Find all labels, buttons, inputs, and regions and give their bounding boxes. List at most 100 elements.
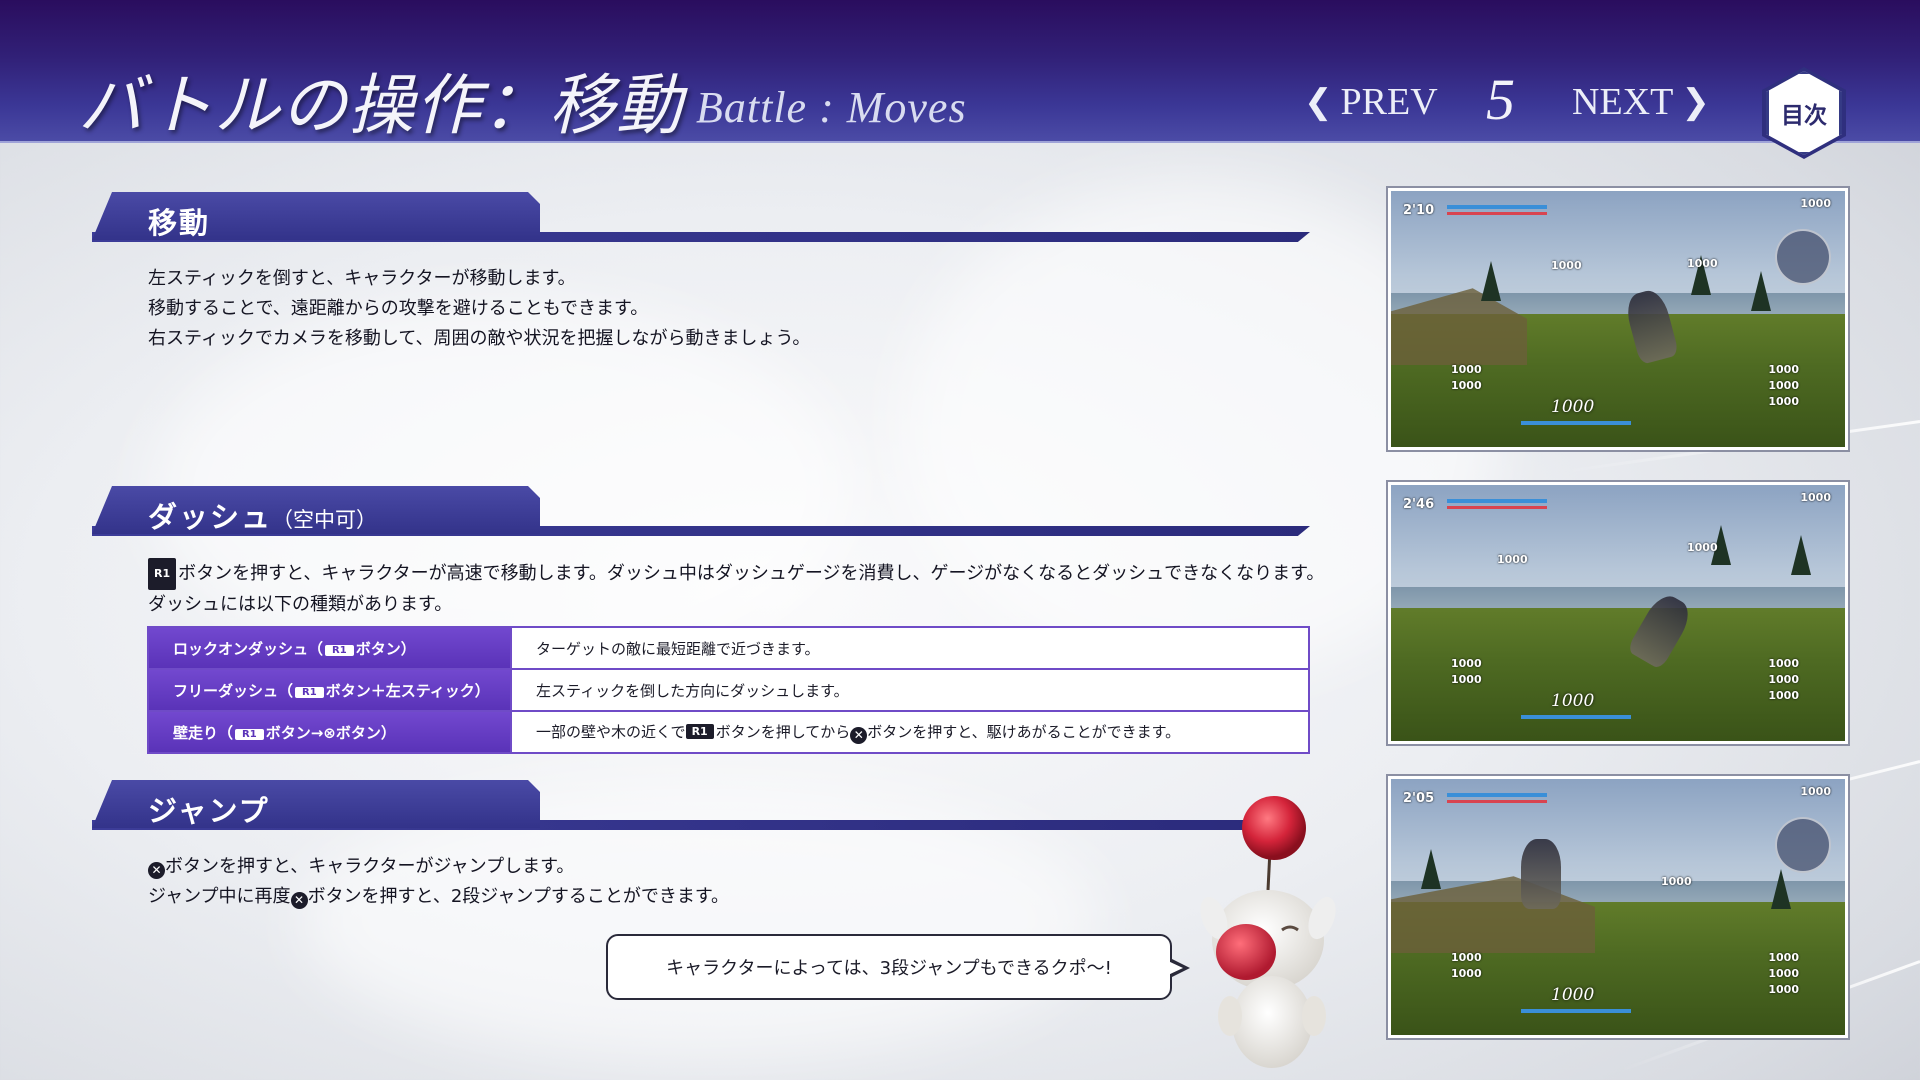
table-cell-desc: 左スティックを倒した方向にダッシュします。 xyxy=(510,668,1310,712)
hp-value: 1000 xyxy=(1497,553,1528,566)
scene-tree xyxy=(1421,849,1441,889)
jump-line1: ボタンを押すと、キャラクターがジャンプします。 xyxy=(165,856,575,877)
r1-button-icon: R1 xyxy=(148,558,177,590)
page-title: バトルの操作：移動 xyxy=(78,67,683,144)
next-label: NEXT xyxy=(1572,81,1674,123)
table-row: ロックオンダッシュ（ R1 ボタン） ターゲットの敵に最短距離で近づきます。 xyxy=(147,626,1310,670)
r1-button-icon: R1 xyxy=(235,728,264,740)
cross-button-icon: ✕ xyxy=(148,862,165,879)
header-bar: バトルの操作：移動 Battle : Moves ❮ PREV 5 NEXT ❯ xyxy=(0,0,1920,144)
jump-line2-pre: ジャンプ中に再度 xyxy=(148,886,291,907)
dash-types-table: ロックオンダッシュ（ R1 ボタン） ターゲットの敵に最短距離で近づきます。 フリー… xyxy=(147,626,1310,754)
hp-value: 1000 xyxy=(1768,951,1799,964)
hp-bar xyxy=(1447,212,1547,215)
hp-value: 1000 xyxy=(1800,197,1831,210)
hp-value: 1000 xyxy=(1551,259,1582,272)
section-title: ダッシュ（空中可） xyxy=(148,494,377,536)
text-line: R1 ボタンを押すと、キャラクターが高速で移動します。ダッシュ中はダッシュゲージを… xyxy=(148,558,1324,590)
dash-description: R1 ボタンを押すと、キャラクターが高速で移動します。ダッシュ中はダッシュゲージを… xyxy=(148,558,1324,620)
page-number: 5 xyxy=(1486,67,1515,132)
radar-minimap xyxy=(1775,229,1831,285)
player-character xyxy=(1521,839,1561,909)
r1-button-icon: R1 xyxy=(325,644,354,656)
text-line: ✕ ボタンを押すと、キャラクターがジャンプします。 xyxy=(148,852,729,882)
text-line: ジャンプ中に再度 ✕ ボタンを押すと、2段ジャンプすることができます。 xyxy=(148,882,729,912)
cell-text: ボタン→⊗ボタン） xyxy=(265,723,396,742)
cell-text: 左スティックを倒した方向にダッシュします。 xyxy=(536,681,849,700)
prev-button[interactable]: ❮ PREV xyxy=(1304,80,1438,124)
player-hp-value: 1000 xyxy=(1551,985,1595,1005)
hp-value: 1000 xyxy=(1451,967,1482,980)
table-cell-desc: 一部の壁や木の近くで R1 ボタンを押してから ✕ ボタンを押すと、駆けあがることができ… xyxy=(510,710,1310,754)
cell-text: 壁走り（ xyxy=(173,723,234,742)
hp-bar xyxy=(1447,205,1547,209)
table-row: 壁走り（ R1 ボタン→⊗ボタン） 一部の壁や木の近くで R1 ボタンを押してから ✕ ボタ… xyxy=(147,710,1310,754)
hp-value: 1000 xyxy=(1451,657,1482,670)
section-subtitle: （空中可） xyxy=(272,508,378,532)
scene-tree xyxy=(1481,261,1501,301)
player-hp-bar xyxy=(1521,421,1631,425)
hp-value: 1000 xyxy=(1768,657,1799,670)
move-description: 左スティックを倒すと、キャラクターが移動します。 移動することで、遠距離からの攻… xyxy=(148,264,810,354)
hp-value: 1000 xyxy=(1768,689,1799,702)
table-row: フリーダッシュ（ R1 ボタン＋左スティック） 左スティックを倒した方向にダッシュし… xyxy=(147,668,1310,712)
section-header-dash: ダッシュ（空中可） xyxy=(92,486,1310,544)
dash-line1: ボタンを押すと、キャラクターが高速で移動します。ダッシュ中はダッシュゲージを消費… xyxy=(178,563,1325,584)
jump-description: ✕ ボタンを押すと、キャラクターがジャンプします。 ジャンプ中に再度 ✕ ボタンを押す… xyxy=(148,852,729,912)
radar-minimap xyxy=(1775,817,1831,873)
hp-value: 1000 xyxy=(1451,951,1482,964)
hp-value: 1000 xyxy=(1451,379,1482,392)
cell-text: ボタン） xyxy=(355,639,416,658)
hp-bar xyxy=(1447,506,1547,509)
hp-value: 1000 xyxy=(1451,363,1482,376)
hp-value: 1000 xyxy=(1687,541,1718,554)
cell-text: ターゲットの敵に最短距離で近づきます。 xyxy=(536,639,820,658)
cell-text: 一部の壁や木の近くで xyxy=(536,722,686,741)
gameplay-screenshot-move: 2'10 1000 1000 1000 1000 1000 1000 1000 … xyxy=(1386,186,1850,452)
table-cell-desc: ターゲットの敵に最短距離で近づきます。 xyxy=(510,626,1310,670)
next-button[interactable]: NEXT ❯ xyxy=(1572,80,1710,124)
cross-button-icon: ✕ xyxy=(850,726,868,744)
player-hp-value: 1000 xyxy=(1551,397,1595,417)
moogle-speech-bubble: キャラクターによっては、3段ジャンプもできるクポ〜! xyxy=(606,934,1172,1000)
hp-value: 1000 xyxy=(1687,257,1718,270)
hp-value: 1000 xyxy=(1800,491,1831,504)
prev-label: PREV xyxy=(1340,81,1438,123)
hp-value: 1000 xyxy=(1800,785,1831,798)
player-hp-value: 1000 xyxy=(1551,691,1595,711)
text-line: ダッシュには以下の種類があります。 xyxy=(148,594,453,615)
cell-text: ボタン＋左スティック） xyxy=(325,681,490,700)
cell-text: ボタンを押してから xyxy=(715,722,851,741)
section-header-jump: ジャンプ xyxy=(92,780,1310,838)
r1-button-icon: R1 xyxy=(685,723,714,739)
hp-value: 1000 xyxy=(1768,379,1799,392)
player-hp-bar xyxy=(1521,715,1631,719)
gameplay-screenshot-jump: 2'05 1000 1000 1000 1000 1000 1000 1000 … xyxy=(1386,774,1850,1040)
hp-value: 1000 xyxy=(1768,363,1799,376)
hp-value: 1000 xyxy=(1768,395,1799,408)
hp-value: 1000 xyxy=(1768,983,1799,996)
hp-bar xyxy=(1447,793,1547,797)
chevron-right-icon: ❯ xyxy=(1681,82,1710,122)
bubble-tail-inner xyxy=(1168,961,1183,975)
section-title-text: ダッシュ xyxy=(148,500,273,534)
scene-tree xyxy=(1791,535,1811,575)
hp-value: 1000 xyxy=(1768,967,1799,980)
cell-text: ロックオンダッシュ（ xyxy=(173,639,324,658)
cell-text: フリーダッシュ（ xyxy=(173,681,294,700)
table-cell-name: 壁走り（ R1 ボタン→⊗ボタン） xyxy=(147,710,512,754)
section-title: ジャンプ xyxy=(148,794,270,828)
r1-button-icon: R1 xyxy=(295,686,324,698)
gameplay-screenshot-dash: 2'46 1000 1000 1000 1000 1000 1000 1000 … xyxy=(1386,480,1850,746)
text-line: 移動することで、遠距離からの攻撃を避けることもできます。 xyxy=(148,298,649,319)
timer: 2'05 xyxy=(1403,791,1435,806)
jump-line2-post: ボタンを押すと、2段ジャンプすることができます。 xyxy=(307,886,730,907)
hp-value: 1000 xyxy=(1661,875,1692,888)
scene-tree xyxy=(1751,271,1771,311)
cell-text: ボタンを押すと、駆けあがることができます。 xyxy=(867,722,1181,741)
chevron-left-icon: ❮ xyxy=(1304,82,1333,122)
text-line: 右スティックでカメラを移動して、周囲の敵や状況を把握しながら動きましょう。 xyxy=(148,328,811,349)
section-header-move: 移動 xyxy=(92,192,1310,250)
timer: 2'10 xyxy=(1403,203,1435,218)
hp-bar xyxy=(1447,499,1547,503)
